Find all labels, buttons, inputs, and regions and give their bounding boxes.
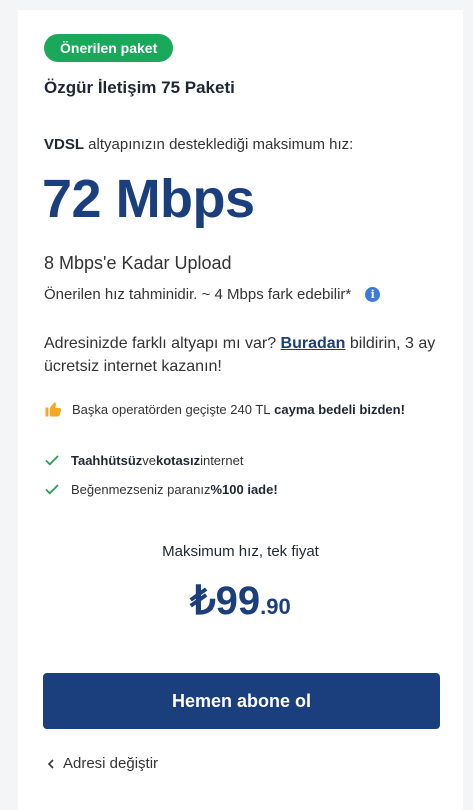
check-icon bbox=[45, 484, 59, 495]
package-card: Önerilen paket Özgür İletişim 75 Paketi … bbox=[18, 10, 463, 810]
package-title: Özgür İletişim 75 Paketi bbox=[44, 78, 235, 97]
change-address-link[interactable]: Adresi değiştir bbox=[46, 755, 158, 772]
price-caption: Maksimum hız, tek fiyat bbox=[162, 543, 319, 560]
infrastructure-desc: altyapınızın desteklediği maksimum hız: bbox=[84, 136, 354, 153]
info-icon[interactable]: i bbox=[365, 287, 381, 302]
promo-text: Başka operatörden geçişte 240 TL bbox=[72, 401, 271, 417]
feature-after: internet bbox=[200, 452, 244, 468]
infrastructure-type: VDSL bbox=[44, 136, 85, 153]
price-cents: .90 bbox=[260, 594, 291, 619]
feature-mid: ve bbox=[142, 452, 156, 468]
switch-promo: Başka operatörden geçişte 240 TL cayma b… bbox=[44, 400, 405, 418]
different-infra-before: Adresinizde farklı altyapı mı var? bbox=[44, 335, 281, 352]
report-infra-link[interactable]: Buradan bbox=[281, 335, 346, 352]
upload-speed: 8 Mbps'e Kadar Upload bbox=[44, 253, 232, 273]
speed-note: Önerilen hız tahminidir. ~ 4 Mbps fark e… bbox=[44, 286, 381, 303]
promo-bold: cayma bedeli bizden! bbox=[274, 401, 405, 417]
price: ₺99.90 bbox=[18, 578, 463, 624]
thumbs-up-icon bbox=[45, 402, 62, 417]
change-address-label: Adresi değiştir bbox=[63, 755, 159, 772]
feature-bold: Taahhütsüz bbox=[71, 452, 143, 468]
price-main: ₺99 bbox=[190, 579, 261, 623]
infrastructure-text: VDSL altyapınızın desteklediği maksimum … bbox=[44, 136, 353, 153]
speed-note-text: Önerilen hız tahminidir. ~ 4 Mbps fark e… bbox=[44, 286, 352, 303]
feature-before: Beğenmezseniz paranız bbox=[71, 481, 211, 497]
feature-item: Beğenmezseniz paranız %100 iade! bbox=[44, 481, 278, 497]
feature-bold: %100 iade! bbox=[210, 481, 278, 497]
feature-item: Taahhütsüz ve kotasız internet bbox=[44, 452, 243, 468]
recommended-badge: Önerilen paket bbox=[44, 34, 174, 62]
subscribe-button[interactable]: Hemen abone ol bbox=[43, 673, 440, 729]
different-infra-text: Adresinizde farklı altyapı mı var? Burad… bbox=[44, 332, 444, 378]
chevron-left-icon bbox=[47, 758, 54, 769]
feature-bold-2: kotasız bbox=[156, 452, 201, 468]
max-speed: 72 Mbps bbox=[42, 169, 255, 229]
check-icon bbox=[45, 455, 59, 466]
